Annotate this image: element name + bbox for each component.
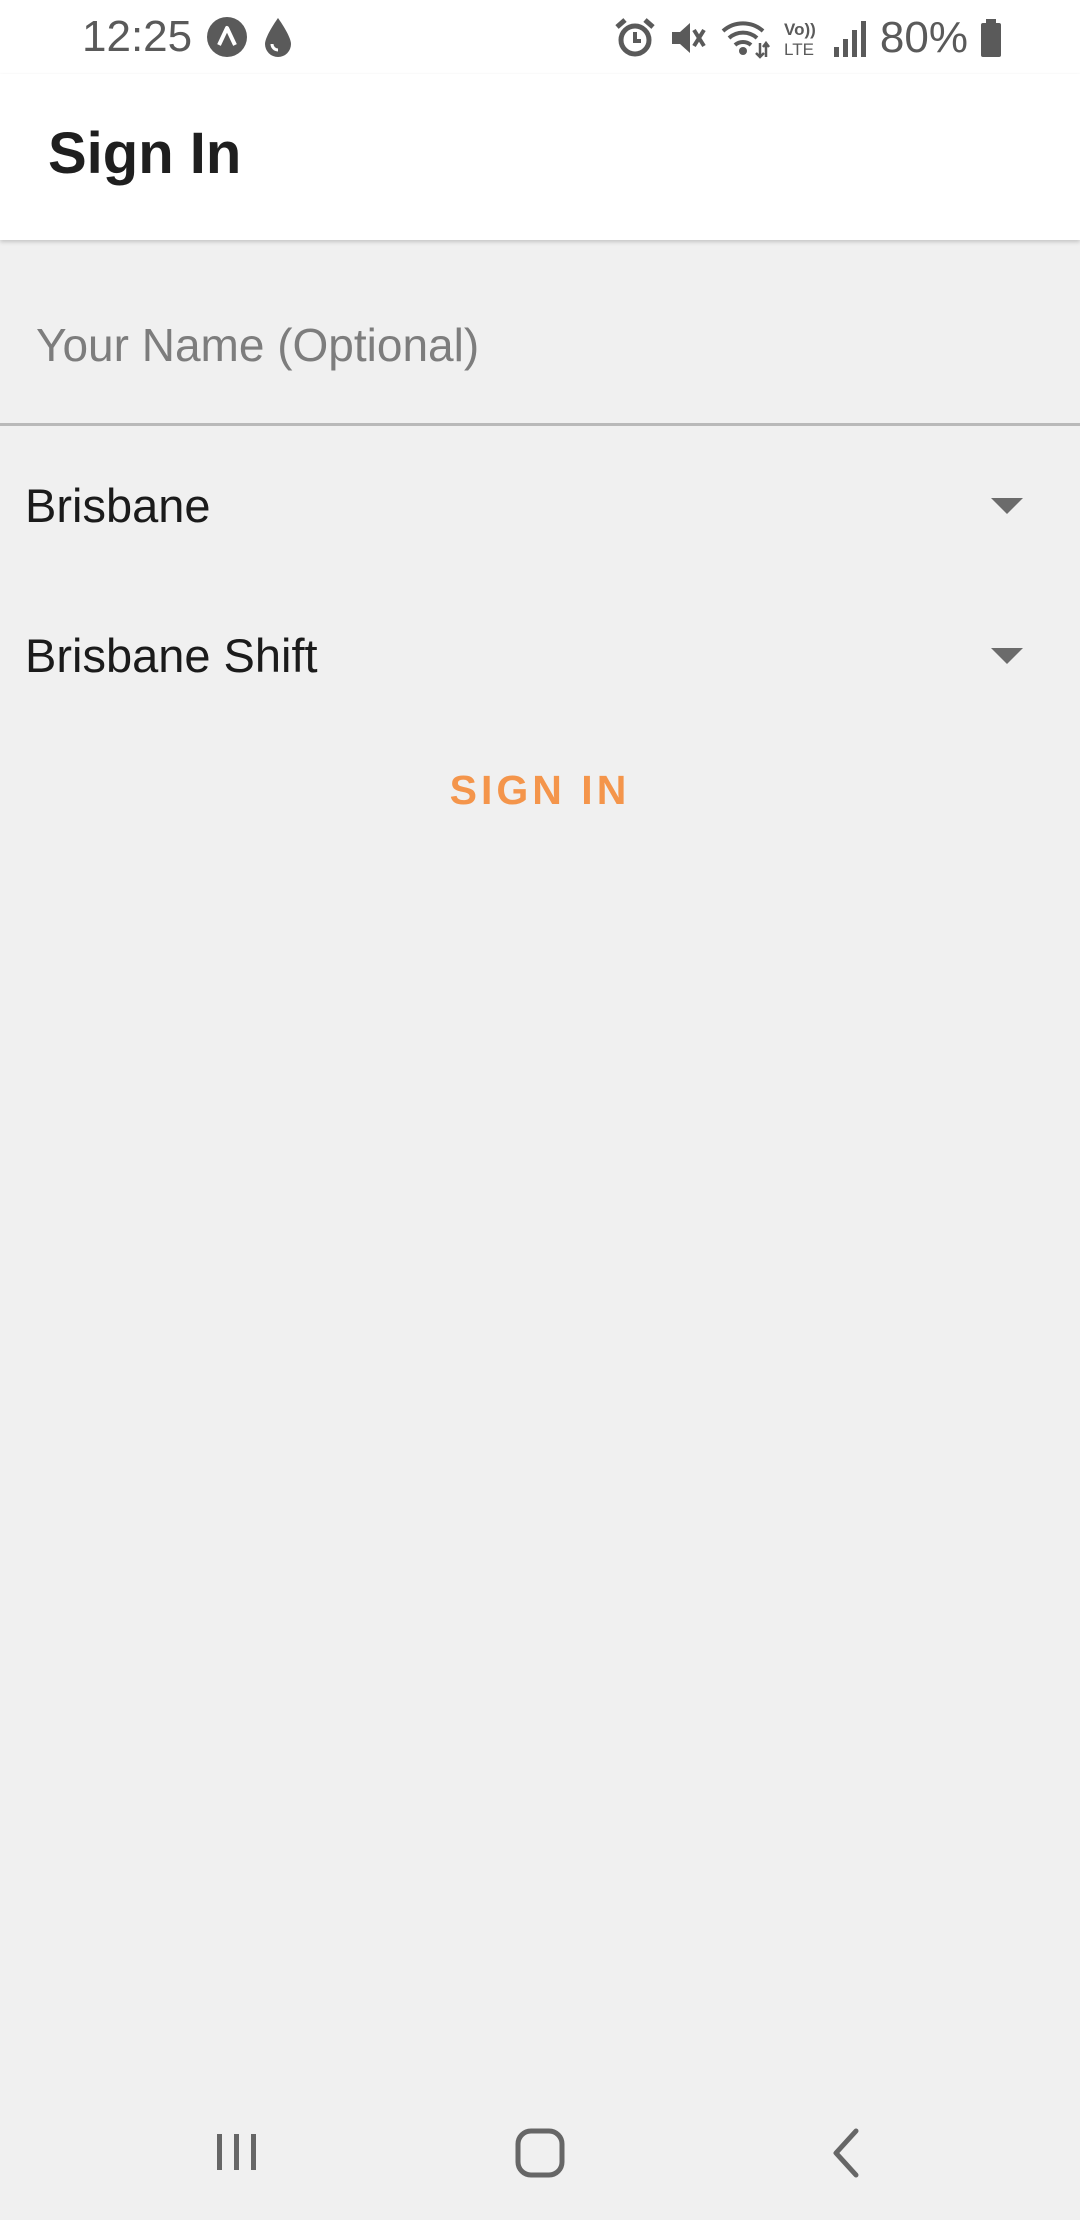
name-field [0,240,1080,426]
svg-text:Vo)): Vo)) [784,20,816,39]
status-right-icons: Vo)) LTE 80% [614,14,1002,62]
status-bar: 12:25 Vo)) LTE 80% [0,0,1080,74]
shift-dropdown-value: Brisbane Shift [25,629,318,682]
app-notification-icon [206,16,248,58]
home-icon[interactable] [510,2118,570,2188]
location-dropdown-value: Brisbane [25,479,211,532]
battery-icon [980,18,1002,58]
svg-text:LTE: LTE [784,40,814,59]
location-dropdown[interactable]: Brisbane [0,448,1080,568]
app-bar: Sign In [0,74,1080,240]
recents-icon[interactable] [207,2118,267,2188]
status-left-icons [206,16,294,58]
shift-dropdown[interactable]: Brisbane Shift [0,598,1080,718]
name-input[interactable] [36,310,1036,380]
alarm-icon [614,17,656,59]
status-time: 12:25 [82,12,193,61]
wifi-icon [720,17,770,59]
volte-icon: Vo)) LTE [782,17,820,59]
water-drop-icon [262,16,294,58]
caret-down-icon [991,648,1023,666]
navigation-bar [0,2086,1080,2220]
screen: 12:25 Vo)) LTE 80% Sign In Your Name (Op… [0,0,1080,2220]
page-title: Sign In [48,121,242,186]
sign-in-button[interactable]: SIGN IN [390,750,690,830]
back-icon[interactable] [818,2118,878,2188]
mute-icon [668,17,708,59]
signal-icon [832,17,868,59]
battery-percentage: 80% [879,13,968,62]
caret-down-icon [991,498,1023,516]
